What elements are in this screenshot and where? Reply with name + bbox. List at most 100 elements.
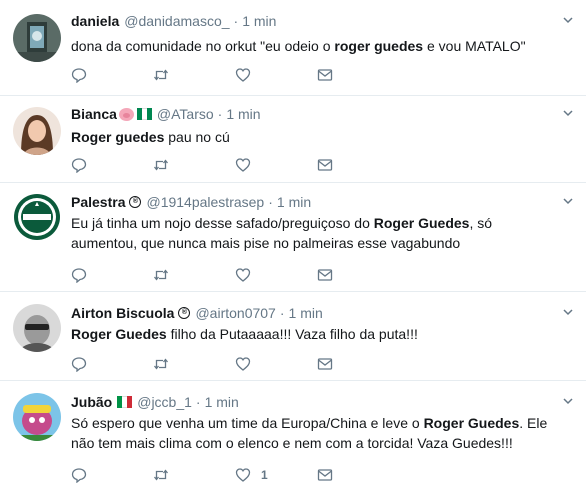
italy-flag-icon bbox=[117, 396, 133, 408]
like-button[interactable] bbox=[235, 356, 317, 372]
retweet-button[interactable] bbox=[153, 157, 235, 173]
username[interactable]: @ATarso bbox=[157, 105, 214, 123]
message-icon bbox=[317, 269, 333, 281]
tweet-actions bbox=[71, 356, 399, 372]
chevron-down-icon[interactable] bbox=[562, 395, 574, 407]
chevron-down-icon[interactable] bbox=[562, 14, 574, 26]
registered-symbol-icon: ® bbox=[178, 307, 191, 319]
message-icon bbox=[317, 358, 333, 370]
display-name[interactable]: Bianca bbox=[71, 105, 117, 123]
retweet-button[interactable] bbox=[153, 67, 235, 83]
reply-icon bbox=[71, 68, 87, 83]
retweet-icon bbox=[153, 159, 169, 171]
avatar[interactable] bbox=[13, 14, 61, 62]
reply-button[interactable] bbox=[71, 67, 153, 83]
reply-icon bbox=[71, 268, 87, 283]
separator-dot: · bbox=[217, 106, 223, 122]
username[interactable]: @danidamasco_ bbox=[124, 12, 229, 30]
search-term-highlight: Roger guedes bbox=[71, 129, 165, 145]
tweet-text: dona da comunidade no orkut "eu odeio o … bbox=[71, 36, 556, 56]
tweet-text: Só espero que venha um time da Europa/Ch… bbox=[71, 413, 556, 453]
search-term-highlight: roger guedes bbox=[334, 38, 424, 54]
tweet[interactable]: daniela @danidamasco_ · 1 min dona da co… bbox=[0, 0, 586, 96]
registered-symbol-icon: ® bbox=[129, 196, 142, 208]
display-name[interactable]: Jubão bbox=[71, 393, 112, 411]
retweet-button[interactable] bbox=[153, 467, 235, 483]
pig-emoji-icon bbox=[118, 107, 134, 121]
display-name[interactable]: Airton Biscuola bbox=[71, 304, 174, 322]
separator-dot: · bbox=[195, 394, 201, 410]
chevron-down-icon[interactable] bbox=[562, 195, 574, 207]
reply-button[interactable] bbox=[71, 157, 153, 173]
username[interactable]: @airton0707 bbox=[195, 304, 275, 322]
tweet-header: daniela @danidamasco_ · 1 min bbox=[71, 12, 556, 30]
like-icon bbox=[235, 357, 251, 371]
avatar[interactable] bbox=[13, 304, 61, 352]
reply-button[interactable] bbox=[71, 467, 153, 483]
tweet-timeline: daniela @danidamasco_ · 1 min dona da co… bbox=[0, 0, 586, 487]
direct-message-button[interactable] bbox=[317, 356, 399, 372]
tweet[interactable]: Jubão @jccb_1 · 1 min Só espero que venh… bbox=[0, 381, 586, 487]
search-term-highlight: Roger Guedes bbox=[71, 326, 167, 342]
avatar[interactable] bbox=[13, 107, 61, 155]
tweet-header: Bianca @ATarso · 1 min bbox=[71, 105, 556, 123]
retweet-icon bbox=[153, 269, 169, 281]
reply-icon bbox=[71, 468, 87, 483]
like-button[interactable] bbox=[235, 157, 317, 173]
timestamp[interactable]: 1 min bbox=[289, 304, 323, 322]
chevron-down-icon[interactable] bbox=[562, 107, 574, 119]
tweet-actions bbox=[71, 157, 399, 173]
retweet-icon bbox=[153, 358, 169, 370]
direct-message-button[interactable] bbox=[317, 67, 399, 83]
retweet-icon bbox=[153, 69, 169, 81]
tweet-header: Airton Biscuola ® @airton0707 · 1 min bbox=[71, 304, 556, 322]
message-icon bbox=[317, 159, 333, 171]
reply-button[interactable] bbox=[71, 267, 153, 283]
direct-message-button[interactable] bbox=[317, 267, 399, 283]
direct-message-button[interactable] bbox=[317, 157, 399, 173]
timestamp[interactable]: 1 min bbox=[277, 193, 311, 211]
username[interactable]: @1914palestrasep bbox=[146, 193, 264, 211]
timestamp[interactable]: 1 min bbox=[242, 12, 276, 30]
separator-dot: · bbox=[268, 194, 273, 210]
retweet-icon bbox=[153, 469, 169, 481]
reply-button[interactable] bbox=[71, 356, 153, 372]
tweet-header: Jubão @jccb_1 · 1 min bbox=[71, 393, 556, 411]
like-icon bbox=[235, 68, 251, 82]
tweet-actions bbox=[71, 67, 399, 83]
nigeria-flag-icon bbox=[136, 108, 152, 120]
separator-dot: · bbox=[233, 13, 239, 29]
tweet[interactable]: Airton Biscuola ® @airton0707 · 1 min Ro… bbox=[0, 292, 586, 381]
display-name[interactable]: Palestra bbox=[71, 193, 125, 211]
like-icon bbox=[235, 158, 251, 172]
timestamp[interactable]: 1 min bbox=[205, 393, 239, 411]
chevron-down-icon[interactable] bbox=[562, 306, 574, 318]
like-button[interactable] bbox=[235, 267, 317, 283]
tweet-text: Eu já tinha um nojo desse safado/preguiç… bbox=[71, 213, 556, 253]
tweet[interactable]: Bianca @ATarso · 1 min Roger guedes pau … bbox=[0, 96, 586, 183]
timestamp[interactable]: 1 min bbox=[226, 105, 260, 123]
reply-icon bbox=[71, 158, 87, 173]
message-icon bbox=[317, 69, 333, 81]
like-button[interactable]: 1 bbox=[235, 467, 317, 483]
tweet-actions bbox=[71, 267, 399, 283]
like-icon bbox=[235, 468, 251, 482]
retweet-button[interactable] bbox=[153, 267, 235, 283]
tweet-actions: 1 bbox=[71, 467, 399, 483]
tweet-text-part: Só espero que venha um time da Europa/Ch… bbox=[71, 415, 424, 431]
tweet-text-part: e vou MATALO" bbox=[423, 38, 526, 54]
direct-message-button[interactable] bbox=[317, 467, 399, 483]
reply-icon bbox=[71, 357, 87, 372]
separator-dot: · bbox=[279, 305, 285, 321]
like-icon bbox=[235, 268, 251, 282]
tweet[interactable]: Palestra ® @1914palestrasep · 1 min Eu j… bbox=[0, 183, 586, 292]
username[interactable]: @jccb_1 bbox=[137, 393, 192, 411]
retweet-button[interactable] bbox=[153, 356, 235, 372]
tweet-header: Palestra ® @1914palestrasep · 1 min bbox=[71, 193, 556, 211]
search-term-highlight: Roger Guedes bbox=[373, 215, 470, 231]
display-name[interactable]: daniela bbox=[71, 12, 119, 30]
search-term-highlight: Roger Guedes bbox=[423, 415, 520, 431]
avatar[interactable] bbox=[13, 193, 61, 241]
avatar[interactable] bbox=[13, 393, 61, 441]
like-button[interactable] bbox=[235, 67, 317, 83]
